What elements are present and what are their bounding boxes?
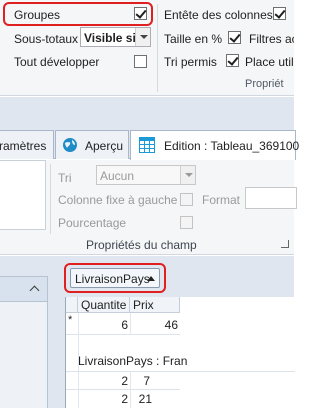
chevron-down-icon: [185, 173, 193, 177]
group-separator: [157, 4, 158, 92]
entete-colonnes-checkbox[interactable]: [273, 7, 286, 20]
globe-icon: [63, 138, 77, 152]
column-divider: [130, 372, 131, 408]
field-properties-panel: Tri Aucun Colonne fixe à gauche Format P…: [0, 160, 297, 255]
tri-permis-label: Tri permis: [164, 55, 217, 69]
tout-developper-label: Tout développer: [14, 55, 100, 69]
colonne-fixe-label: Colonne fixe à gauche: [58, 193, 178, 207]
pourcentage-label: Pourcentage: [58, 216, 127, 230]
field-properties-caption: Propriétés du champ: [86, 238, 197, 252]
left-collapsible-panel: [0, 276, 48, 408]
row-divider: [66, 334, 180, 335]
dialog-launcher-icon[interactable]: [281, 240, 289, 248]
highlight-groupes: [3, 2, 153, 26]
cell-prix: 46: [164, 318, 178, 332]
tab-edition-label: Edition : Tableau_369100: [164, 139, 300, 153]
taille-pourcent-checkbox[interactable]: [228, 31, 241, 44]
data-grid: Quantite Prix * 6 46 LivraisonPays : Fra…: [65, 297, 295, 408]
tri-combo[interactable]: Aucun: [96, 165, 196, 185]
left-panel-header[interactable]: [0, 276, 48, 302]
column-header-quantite[interactable]: Quantite: [78, 297, 130, 313]
ribbon-table-options: Groupes Sous-totaux Visible si Tout déve…: [0, 0, 294, 96]
group-separator: [50, 164, 51, 234]
table-icon: [139, 137, 155, 153]
sous-totaux-value: Visible si: [84, 31, 136, 45]
pourcentage-checkbox[interactable]: [180, 216, 193, 229]
group-row-label[interactable]: LivraisonPays : Fran: [78, 354, 187, 368]
cell-prix: 7: [143, 374, 150, 388]
colonne-fixe-checkbox[interactable]: [180, 193, 193, 206]
cell-quantite: 2: [121, 392, 128, 406]
sous-totaux-combo[interactable]: Visible si: [80, 27, 151, 47]
row-divider: [66, 389, 180, 390]
row-header-corner: [66, 297, 78, 313]
sous-totaux-dropdown-button[interactable]: [135, 28, 150, 46]
sous-totaux-label: Sous-totaux: [14, 32, 79, 46]
cell-quantite: 2: [121, 374, 128, 388]
place-label: Place util: [245, 55, 294, 69]
tab-edition[interactable]: Edition : Tableau_369100: [130, 130, 300, 160]
column-divider: [78, 313, 79, 408]
chevron-up-icon: [29, 285, 40, 296]
tab-apercu-label: Aperçu: [85, 139, 124, 153]
document-tab-strip: ramètres Aperçu Edition : Tableau_369100: [0, 127, 300, 160]
tri-label: Tri: [58, 171, 72, 185]
tab-parametres[interactable]: ramètres: [0, 130, 54, 159]
highlight-group-chip: [64, 263, 166, 293]
format-label: Format: [202, 193, 241, 207]
entete-colonnes-label: Entête des colonnes: [164, 8, 273, 22]
tout-developper-checkbox[interactable]: [134, 55, 147, 68]
tab-apercu[interactable]: Aperçu: [55, 130, 129, 159]
new-row-marker: *: [68, 314, 73, 326]
chevron-down-icon: [140, 35, 148, 39]
taille-pourcent-label: Taille en %: [164, 32, 223, 46]
ribbon-group-caption: Propriét: [245, 78, 284, 90]
tab-parametres-label: ramètres: [0, 139, 47, 153]
column-header-label: Quantite: [81, 298, 127, 312]
format-input[interactable]: [245, 187, 297, 209]
left-input-area: [0, 160, 46, 230]
row-divider: [66, 371, 295, 372]
column-header-prix[interactable]: Prix: [130, 297, 180, 313]
column-divider: [130, 313, 131, 335]
cell-quantite: 6: [121, 318, 128, 332]
tri-dropdown-button[interactable]: [180, 166, 195, 184]
column-header-label: Prix: [133, 298, 154, 312]
ribbon-band: [0, 97, 294, 127]
tri-permis-checkbox[interactable]: [226, 54, 239, 67]
filtres-label: Filtres ac: [249, 32, 294, 46]
tri-value: Aucun: [100, 169, 135, 183]
cell-prix: 21: [138, 392, 152, 406]
